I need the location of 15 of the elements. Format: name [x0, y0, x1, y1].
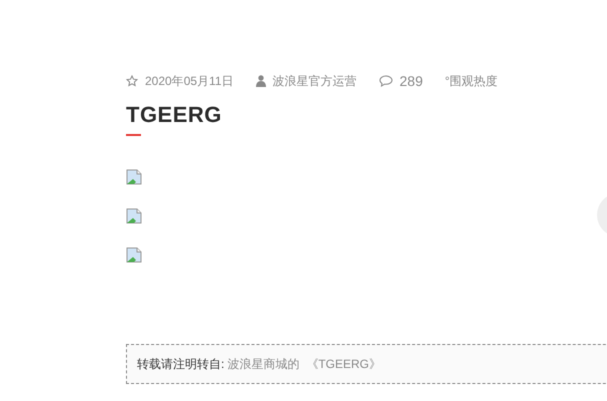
comment-icon	[378, 75, 392, 87]
broken-image-icon	[126, 247, 142, 263]
post-title: TGEERG	[126, 102, 223, 128]
views-label: °围观热度	[444, 72, 498, 90]
broken-image-icon	[126, 169, 142, 185]
post-date: 2020年05月11日	[145, 72, 234, 90]
star-icon	[126, 75, 138, 87]
reprint-label: 转载请注明转自:	[137, 356, 224, 372]
author-name: 波浪星官方运营	[272, 72, 356, 90]
comment-count: 289	[400, 73, 423, 89]
source-name: 波浪星商城的	[227, 356, 300, 372]
broken-image-icon	[126, 208, 142, 224]
post-link[interactable]: 《TGEERG》	[306, 356, 382, 372]
user-icon	[256, 75, 266, 87]
title-underline	[126, 134, 141, 136]
